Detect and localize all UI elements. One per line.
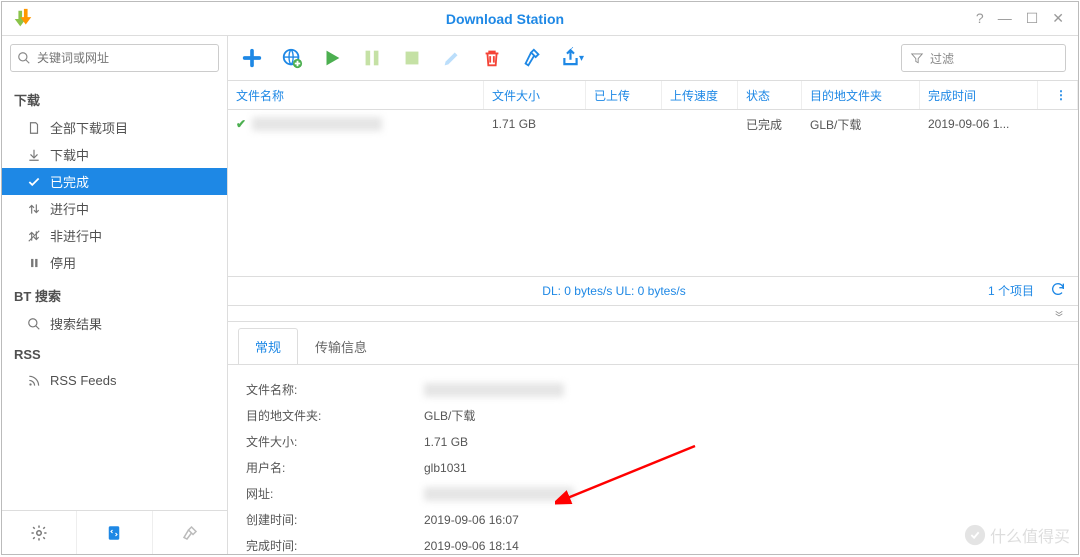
search-input[interactable] [37, 51, 212, 65]
transfers-button[interactable] [77, 511, 152, 554]
cell-status: 已完成 [738, 116, 802, 133]
detail-row: 完成时间:2019-09-06 18:14 [246, 533, 1060, 555]
file-name: . [252, 117, 382, 131]
detail-row: 文件大小:1.71 GB [246, 429, 1060, 455]
check-icon [26, 174, 42, 190]
clean-button[interactable] [520, 46, 544, 70]
detail-row: 目的地文件夹:GLB/下载 [246, 403, 1060, 429]
noupdown-icon [26, 228, 42, 244]
table-row[interactable]: ✔. 1.71 GB 已完成 GLB/下载 2019-09-06 1... [228, 110, 1078, 138]
pause-button[interactable] [360, 46, 384, 70]
detail-body: 文件名称:. 目的地文件夹:GLB/下载 文件大小:1.71 GB 用户名:gl… [228, 364, 1078, 555]
settings-button[interactable] [2, 511, 77, 554]
sidebar-item-label: RSS Feeds [50, 373, 116, 388]
table-body: ✔. 1.71 GB 已完成 GLB/下载 2019-09-06 1... [228, 110, 1078, 276]
window-title: Download Station [34, 11, 976, 27]
col-size[interactable]: 文件大小 [484, 81, 586, 109]
cell-time: 2019-09-06 1... [920, 117, 1038, 131]
detail-row: 创建时间:2019-09-06 16:07 [246, 507, 1060, 533]
cell-dest: GLB/下载 [802, 116, 920, 133]
sidebar-item-label: 停用 [50, 253, 76, 272]
edit-button[interactable] [440, 46, 464, 70]
globe-add-button[interactable] [280, 46, 304, 70]
sidebar-item-label: 进行中 [50, 199, 89, 218]
minimize-button[interactable]: ― [998, 10, 1012, 27]
col-dest[interactable]: 目的地文件夹 [802, 81, 920, 109]
filter-icon [910, 51, 924, 65]
doc-icon [26, 120, 42, 136]
search-icon [26, 316, 42, 332]
help-button[interactable]: ? [976, 10, 984, 27]
sidebar-item-btresults[interactable]: 搜索结果 [2, 310, 227, 337]
section-rss: RSS [2, 337, 227, 367]
maximize-button[interactable]: ☐ [1026, 10, 1039, 27]
collapse-toggle[interactable] [228, 306, 1078, 322]
download-icon [26, 147, 42, 163]
item-count: 1 个项目 [988, 282, 1034, 299]
col-ulspeed[interactable]: 上传速度 [662, 81, 738, 109]
section-download: 下载 [2, 80, 227, 114]
delete-button[interactable] [480, 46, 504, 70]
sidebar-item-label: 搜索结果 [50, 314, 102, 333]
sidebar-item-inactive[interactable]: 非进行中 [2, 222, 227, 249]
sidebar-item-label: 非进行中 [50, 226, 102, 245]
detail-tabs: 常规 传输信息 [228, 322, 1078, 365]
section-bt: BT 搜索 [2, 276, 227, 310]
col-name[interactable]: 文件名称 [228, 81, 484, 109]
close-button[interactable]: ✕ [1052, 10, 1064, 27]
detail-row: 文件名称:. [246, 377, 1060, 403]
sidebar-item-completed[interactable]: 已完成 [2, 168, 227, 195]
col-menu-button[interactable]: ⋮ [1038, 81, 1078, 109]
app-icon [12, 8, 34, 30]
sidebar-item-all[interactable]: 全部下载项目 [2, 114, 227, 141]
play-button[interactable] [320, 46, 344, 70]
statusbar: DL: 0 bytes/s UL: 0 bytes/s 1 个项目 [228, 276, 1078, 306]
chevron-down-icon [1052, 308, 1066, 318]
pause-icon [26, 255, 42, 271]
sidebar: 下载 全部下载项目 下载中 已完成 进行中 非进行中 [2, 36, 228, 554]
tab-transfer[interactable]: 传输信息 [298, 328, 384, 365]
sidebar-item-downloading[interactable]: 下载中 [2, 141, 227, 168]
sidebar-item-rss[interactable]: RSS Feeds [2, 367, 227, 394]
search-icon [17, 51, 31, 65]
col-time[interactable]: 完成时间 [920, 81, 1038, 109]
sidebar-item-label: 已完成 [50, 172, 89, 191]
done-icon: ✔ [236, 117, 246, 131]
filter-label: 过滤 [930, 50, 954, 67]
detail-row: 网址:. [246, 481, 1060, 507]
updown-icon [26, 201, 42, 217]
speed-status: DL: 0 bytes/s UL: 0 bytes/s [240, 284, 988, 298]
sidebar-item-label: 下载中 [50, 145, 89, 164]
col-status[interactable]: 状态 [738, 81, 802, 109]
sidebar-item-paused[interactable]: 停用 [2, 249, 227, 276]
main-panel: ▾ 过滤 文件名称 文件大小 已上传 上传速度 状态 目的地文件夹 完成时间 ⋮ [228, 36, 1078, 554]
toolbar: ▾ 过滤 [228, 36, 1078, 80]
col-uploaded[interactable]: 已上传 [586, 81, 662, 109]
reload-button[interactable] [1050, 281, 1066, 300]
stop-button[interactable] [400, 46, 424, 70]
cleanup-button[interactable] [153, 511, 227, 554]
sidebar-item-label: 全部下载项目 [50, 118, 128, 137]
cell-size: 1.71 GB [484, 117, 586, 131]
sidebar-item-active[interactable]: 进行中 [2, 195, 227, 222]
tab-general[interactable]: 常规 [238, 328, 298, 365]
export-button[interactable]: ▾ [560, 46, 584, 70]
add-button[interactable] [240, 46, 264, 70]
filter-box[interactable]: 过滤 [901, 44, 1066, 72]
search-box[interactable] [10, 44, 219, 72]
table-header: 文件名称 文件大小 已上传 上传速度 状态 目的地文件夹 完成时间 ⋮ [228, 80, 1078, 110]
detail-row: 用户名:glb1031 [246, 455, 1060, 481]
rss-icon [26, 373, 42, 389]
titlebar[interactable]: Download Station ? ― ☐ ✕ [2, 2, 1078, 36]
